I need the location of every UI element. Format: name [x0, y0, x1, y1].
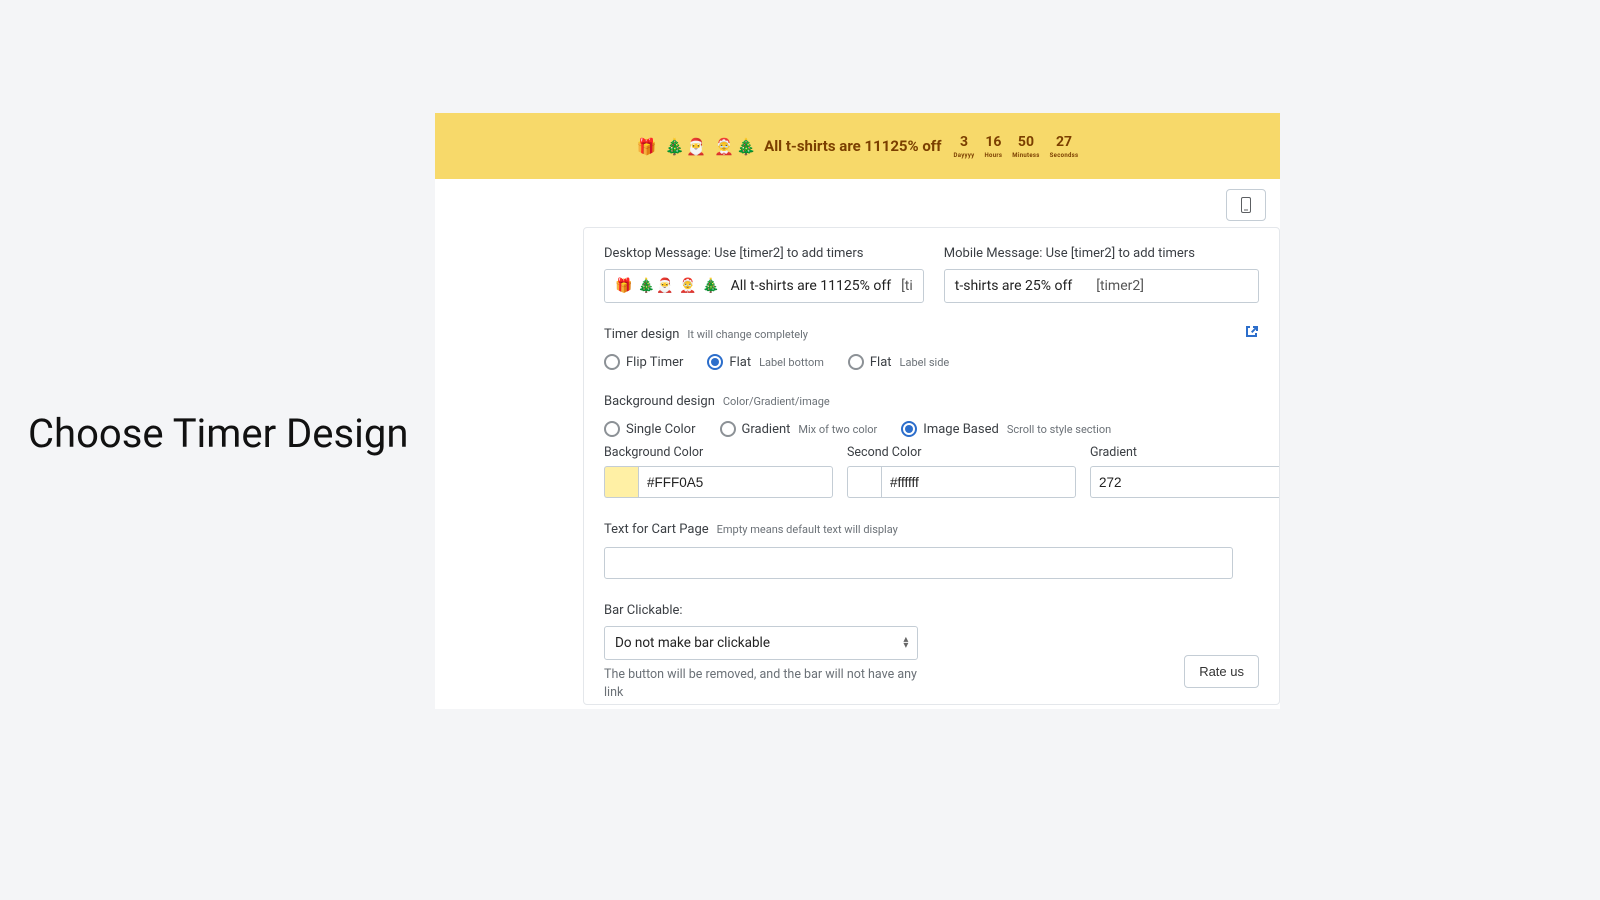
countdown-minutes: 50 Minutess	[1012, 134, 1039, 159]
mobile-preview-button[interactable]	[1226, 189, 1266, 221]
cart-text-label: Text for Cart Page	[604, 522, 709, 537]
gradient-input[interactable]	[1090, 466, 1280, 498]
background-design-radios: Single Color Gradient Mix of two color I…	[604, 421, 1259, 437]
bg-color-swatch[interactable]	[604, 466, 638, 498]
countdown-seconds: 27 Secondss	[1050, 134, 1079, 159]
gradient-label: Gradient	[1090, 445, 1280, 460]
mobile-message-input[interactable]: t-shirts are 25% off [timer2]	[944, 269, 1259, 303]
form-card: Desktop Message: Use [timer2] to add tim…	[583, 227, 1280, 705]
radio-flip-timer[interactable]: Flip Timer	[604, 354, 683, 370]
radio-image-based[interactable]: Image Based Scroll to style section	[901, 421, 1111, 437]
countdown-hours: 16 Hours	[985, 134, 1003, 159]
bar-clickable-help: The button will be removed, and the bar …	[604, 666, 918, 701]
chevron-updown-icon: ▴▾	[903, 637, 908, 649]
second-color-label: Second Color	[847, 445, 1076, 460]
background-design-label: Background design	[604, 394, 715, 409]
app-panel: 🎁 🎄🎅 🤶🎄 All t-shirts are 11125% off 3 Da…	[435, 113, 1280, 709]
countdown-group: 3 Dayyyy 16 Hours 50 Minutess 27 Seconds…	[954, 134, 1079, 159]
bar-clickable-select[interactable]: Do not make bar clickable	[604, 626, 918, 660]
background-design-hint: Color/Gradient/image	[723, 395, 830, 408]
banner-emojis: 🎁 🎄🎅 🤶🎄	[637, 137, 759, 156]
mobile-message-label: Mobile Message: Use [timer2] to add time…	[944, 246, 1259, 261]
radio-flat-bottom[interactable]: Flat Label bottom	[707, 354, 823, 370]
external-link-icon[interactable]	[1245, 323, 1259, 337]
mobile-icon	[1241, 197, 1251, 213]
second-color-input[interactable]	[881, 466, 1076, 498]
cart-text-input[interactable]	[604, 547, 1233, 579]
bg-color-label: Background Color	[604, 445, 833, 460]
countdown-days: 3 Dayyyy	[954, 134, 975, 159]
rate-us-button[interactable]: Rate us	[1184, 655, 1259, 688]
radio-gradient[interactable]: Gradient Mix of two color	[720, 421, 878, 437]
radio-flat-side[interactable]: Flat Label side	[848, 354, 949, 370]
radio-single-color[interactable]: Single Color	[604, 421, 696, 437]
second-color-swatch[interactable]	[847, 466, 881, 498]
timer-design-hint: It will change completely	[687, 328, 808, 341]
bar-clickable-label: Bar Clickable:	[604, 603, 683, 618]
page-title: Choose Timer Design	[28, 410, 408, 457]
desktop-message-label: Desktop Message: Use [timer2] to add tim…	[604, 246, 924, 261]
desktop-message-input[interactable]: 🎁 🎄🎅 🤶 🎄 All t-shirts are 11125% off [ti	[604, 269, 924, 303]
bg-color-input[interactable]	[638, 466, 833, 498]
preview-banner: 🎁 🎄🎅 🤶🎄 All t-shirts are 11125% off 3 Da…	[435, 113, 1280, 179]
timer-design-radios: Flip Timer Flat Label bottom Flat Label …	[604, 354, 1259, 370]
timer-design-label: Timer design	[604, 327, 679, 342]
banner-text: All t-shirts are 11125% off	[764, 137, 941, 155]
cart-text-hint: Empty means default text will display	[717, 523, 898, 536]
